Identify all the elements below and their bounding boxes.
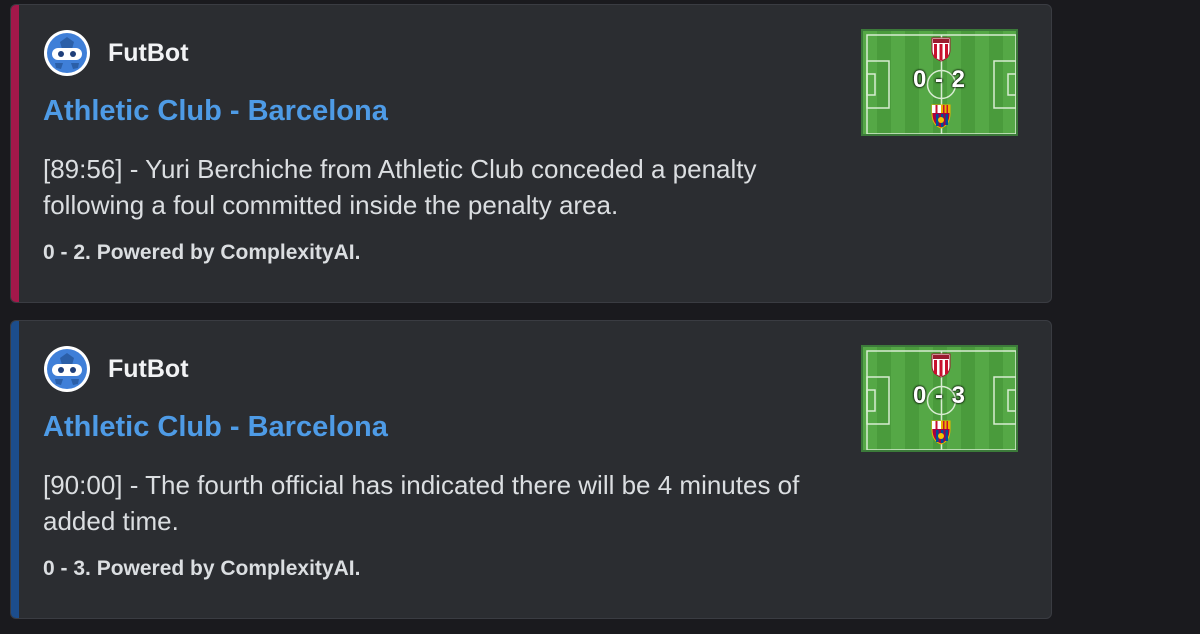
scoreboard-score: 0 - 2 xyxy=(863,66,1016,94)
embed-thumbnail-scoreboard[interactable]: 0 - 3 xyxy=(861,345,1018,452)
author-name[interactable]: FutBot xyxy=(108,39,189,68)
futbot-avatar-icon[interactable] xyxy=(43,345,91,393)
embed-description: [90:00] - The fourth official has indica… xyxy=(43,470,800,536)
score-separator: - xyxy=(935,66,944,93)
embed-footer: 0 - 2. Powered by ComplexityAI. xyxy=(43,241,361,264)
away-score: 2 xyxy=(951,66,967,93)
embed-title-link[interactable]: Athletic Club - Barcelona xyxy=(43,95,388,128)
bot-embed-2: FutBot Athletic Club - Barcelona [90:00]… xyxy=(10,320,1052,619)
embed-title-link[interactable]: Athletic Club - Barcelona xyxy=(43,411,388,444)
author-name[interactable]: FutBot xyxy=(108,355,189,384)
embed-author: FutBot xyxy=(43,345,189,393)
home-score: 0 xyxy=(912,382,928,409)
embed-footer: 0 - 3. Powered by ComplexityAI. xyxy=(43,557,361,580)
athletic-club-crest-icon xyxy=(931,353,951,378)
embed-accent-bar xyxy=(11,321,19,618)
athletic-club-crest-icon xyxy=(931,37,951,62)
embed-author: FutBot xyxy=(43,29,189,77)
embed-description: [89:56] - Yuri Berchiche from Athletic C… xyxy=(43,154,757,220)
barcelona-crest-icon xyxy=(931,104,951,129)
barcelona-crest-icon xyxy=(931,420,951,445)
scoreboard-score: 0 - 3 xyxy=(863,382,1016,410)
embed-accent-bar xyxy=(11,5,19,302)
bot-embed-1: FutBot Athletic Club - Barcelona [89:56]… xyxy=(10,4,1052,303)
futbot-avatar-icon[interactable] xyxy=(43,29,91,77)
home-score: 0 xyxy=(912,66,928,93)
score-separator: - xyxy=(935,382,944,409)
embed-thumbnail-scoreboard[interactable]: 0 - 2 xyxy=(861,29,1018,136)
away-score: 3 xyxy=(951,382,967,409)
